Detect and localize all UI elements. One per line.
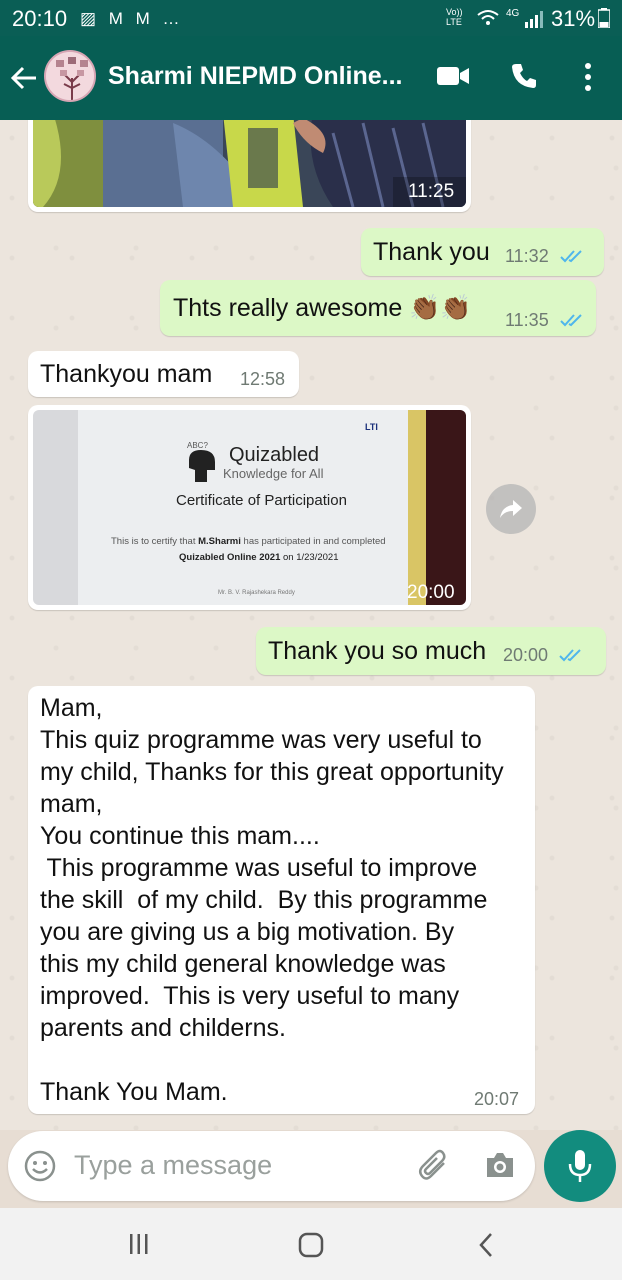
system-nav-bar <box>0 1208 622 1280</box>
message-composer: Type a message <box>8 1131 535 1201</box>
incoming-message[interactable]: Thankyou mam 12:58 <box>28 351 299 397</box>
wifi-icon <box>477 10 499 25</box>
back-nav-icon[interactable] <box>478 1232 494 1258</box>
status-bar: 20:10 ▨ M M … Vo)) LTE 4G 31% <box>0 0 622 36</box>
outgoing-message[interactable]: Thank you 11:32 <box>361 228 604 276</box>
message-text: Thankyou mam <box>40 360 213 388</box>
message-time: 11:25 <box>408 181 455 202</box>
message-text: Thank you so much <box>268 637 487 665</box>
chat-header: Sharmi NIEPMD Online... <box>0 36 622 120</box>
certificate-signer: Mr. B. V. Rajashekara Reddy <box>218 590 295 596</box>
network-type-label: 4G <box>506 8 520 19</box>
recents-icon[interactable] <box>128 1233 150 1255</box>
certificate-logo-title: Quizabled <box>229 444 320 466</box>
more-vert-icon[interactable] <box>583 62 593 92</box>
emoji-icon[interactable] <box>24 1150 56 1182</box>
certificate-line-1: This is to certify that M.Sharmi has par… <box>111 536 386 547</box>
message-text: Thank you <box>373 238 490 266</box>
message-time: 20:00 <box>503 645 549 665</box>
svg-text:ABC?: ABC? <box>187 441 208 450</box>
certificate-heading: Certificate of Participation <box>176 492 347 509</box>
read-receipt-icon <box>560 314 582 327</box>
avatar[interactable] <box>44 50 96 102</box>
back-arrow-icon[interactable] <box>10 64 38 92</box>
message-time: 11:35 <box>505 310 549 330</box>
notification-icons: ▨ M M … <box>80 9 184 28</box>
phone-icon[interactable] <box>510 62 538 90</box>
battery-percent: 31% <box>551 6 596 31</box>
read-receipt-icon <box>559 649 581 662</box>
message-text: Mam, This quiz programme was very useful… <box>40 694 504 1106</box>
attach-icon[interactable] <box>418 1149 450 1183</box>
signal-icon <box>525 11 543 28</box>
brand-logo-text: LTI <box>365 422 378 432</box>
status-time: 20:10 <box>12 6 68 31</box>
image-message[interactable]: 11:25 <box>28 120 471 212</box>
outgoing-message[interactable]: Thts really awesome 👏🏾👏🏾 11:35 <box>160 280 596 336</box>
home-icon[interactable] <box>298 1232 326 1258</box>
volte-label: Vo)) LTE <box>446 7 463 27</box>
photo[interactable]: 11:25 <box>33 120 466 207</box>
certificate-logo-subtitle: Knowledge for All <box>223 466 324 481</box>
quizabled-logo-icon: ABC? <box>187 441 215 482</box>
camera-icon[interactable] <box>484 1151 516 1179</box>
read-receipt-icon <box>560 250 582 263</box>
message-time: 11:32 <box>505 246 549 266</box>
forward-icon <box>500 500 522 518</box>
video-call-icon[interactable] <box>436 64 470 88</box>
message-input[interactable]: Type a message <box>74 1150 272 1181</box>
certificate-photo[interactable]: LTI ABC? Quizabled Knowledge for All Cer… <box>33 410 466 605</box>
microphone-icon <box>568 1150 592 1182</box>
message-time: 12:58 <box>240 369 286 389</box>
message-time: 20:00 <box>407 582 455 603</box>
chat-title[interactable]: Sharmi NIEPMD Online... <box>108 62 403 91</box>
message-text: Thts really awesome 👏🏾👏🏾 <box>173 294 472 322</box>
voice-message-button[interactable] <box>544 1130 616 1202</box>
battery-icon <box>598 8 610 28</box>
image-message[interactable]: LTI ABC? Quizabled Knowledge for All Cer… <box>28 405 471 610</box>
forward-button[interactable] <box>486 484 536 534</box>
certificate-line-2: Quizabled Online 2021 on 1/23/2021 <box>179 552 339 563</box>
outgoing-message[interactable]: Thank you so much 20:00 <box>256 627 606 675</box>
